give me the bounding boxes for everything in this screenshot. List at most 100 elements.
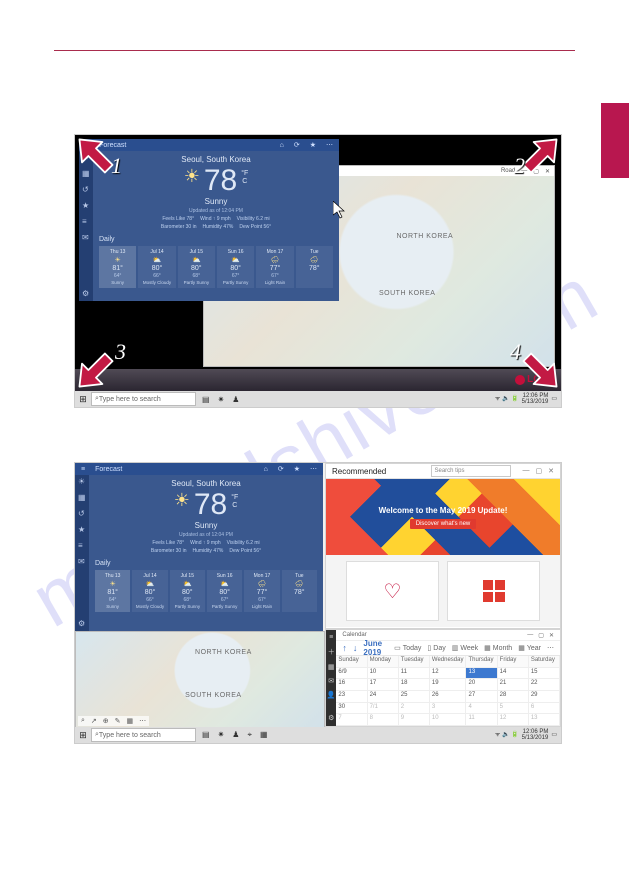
news-icon[interactable]: ≡: [82, 217, 90, 225]
calendar-cell[interactable]: 16: [336, 679, 367, 691]
calendar-cell[interactable]: 24: [368, 691, 399, 703]
taskbar[interactable]: ⊞ ⌕ Type here to search ▤ ✷ ♟ ᯤ 🔈 🔋 12:0…: [75, 391, 561, 407]
settings-icon[interactable]: ⚙: [82, 289, 90, 297]
taskbar[interactable]: ⊞ ⌕ Type here to search ▤ ✷ ♟ ⌖ ▦ ᯤ 🔈 🔋 …: [75, 727, 561, 743]
view-month[interactable]: ▦ Month: [484, 644, 512, 652]
calendar-cell[interactable]: 21: [498, 679, 529, 691]
tips-search[interactable]: Search tips: [431, 465, 511, 477]
task-icon[interactable]: ▦: [260, 730, 268, 740]
taskbar-search[interactable]: ⌕ Type here to search: [91, 392, 196, 406]
start-icon[interactable]: ⊞: [75, 727, 91, 743]
weather-unit[interactable]: °FC: [241, 166, 248, 187]
daily-tile[interactable]: Thu 13☀81°64°Sunny: [99, 246, 136, 288]
calendar-cell[interactable]: 6: [529, 703, 560, 715]
daily-tile[interactable]: Tue🌧78°: [296, 246, 333, 288]
calendar-cell[interactable]: 11: [466, 714, 497, 726]
calendar-cell[interactable]: 27: [466, 691, 497, 703]
weather-window[interactable]: ≡ Forecast ⌂ ⟳ ★ ⋯ ☀ ▦ ↺ ★ ≡ ✉ ⚙ Seoul, …: [75, 463, 323, 631]
calendar-cell[interactable]: 12: [498, 714, 529, 726]
task-icon[interactable]: ♟: [232, 395, 239, 404]
view-week[interactable]: ▥ Week: [452, 644, 478, 652]
min-icon[interactable]: —: [527, 632, 533, 639]
cal-next-icon[interactable]: ↓: [353, 643, 358, 653]
tips-hero-button[interactable]: Discover what's new: [410, 519, 477, 529]
cal-settings-icon[interactable]: ⚙: [328, 714, 334, 722]
task-icon[interactable]: ✷: [218, 395, 225, 404]
calendar-cell[interactable]: 7/1: [368, 703, 399, 715]
hamburger-icon[interactable]: ≡: [81, 466, 85, 473]
maps-tool-icon[interactable]: ⌕: [81, 717, 85, 725]
task-icon[interactable]: ✷: [218, 730, 225, 740]
close-icon[interactable]: ✕: [549, 632, 554, 639]
daily-tile[interactable]: Mon 17🌧77°67°Light Rain: [244, 570, 279, 612]
maps-close-icon[interactable]: ✕: [545, 168, 550, 175]
calendar-cell[interactable]: 5: [498, 703, 529, 715]
calendar-cell[interactable]: 6/9: [336, 668, 367, 680]
settings-icon[interactable]: ⚙: [78, 619, 86, 627]
tips-tile-windows[interactable]: [447, 561, 540, 621]
calendar-cell[interactable]: 14: [498, 668, 529, 680]
cal-mail-icon[interactable]: ✉: [328, 677, 334, 685]
tray-icons[interactable]: ᯤ 🔈 🔋: [495, 396, 519, 402]
calendar-cell[interactable]: 28: [498, 691, 529, 703]
calendar-cell[interactable]: 3: [430, 703, 467, 715]
calendar-cell[interactable]: 26: [430, 691, 467, 703]
calendar-cell[interactable]: 23: [336, 691, 367, 703]
maps-canvas[interactable]: NORTH KOREA SOUTH KOREA ⌕ ↗ ⊕ ✎ ▦ ⋯: [76, 632, 324, 728]
max-icon[interactable]: ▢: [538, 632, 544, 639]
calendar-cell[interactable]: 18: [399, 679, 430, 691]
cal-more-icon[interactable]: ⋯: [547, 644, 554, 652]
calendar-cell[interactable]: 9: [399, 714, 430, 726]
maps-tool-icon[interactable]: ✎: [115, 717, 121, 725]
calendar-cell[interactable]: 19: [430, 679, 467, 691]
calendar-cell[interactable]: 10: [368, 668, 399, 680]
view-year[interactable]: ▦ Year: [518, 644, 541, 652]
daily-tile[interactable]: Jul 14⛅80°66°Mostly Cloudy: [132, 570, 167, 612]
maps-tool-icon[interactable]: ↗: [91, 717, 97, 725]
calendar-grid[interactable]: SundayMondayTuesdayWednesdayThursdayFrid…: [336, 656, 560, 726]
min-icon[interactable]: —: [523, 467, 530, 475]
tips-window[interactable]: Recommended Search tips — ▢ ✕ Welcome to…: [325, 463, 561, 629]
calendar-window[interactable]: ≡ ＋ ▦ ✉ 👤 ⚙ Calendar — ▢ ✕ ↑ ↓ June 2019: [325, 629, 561, 727]
taskbar-tray[interactable]: ᯤ 🔈 🔋 12:06 PM 5/13/2019 ▭: [495, 393, 557, 405]
tray-icons[interactable]: ᯤ 🔈 🔋: [495, 732, 519, 738]
calendar-cell[interactable]: 20: [466, 679, 497, 691]
maps-window[interactable]: NORTH KOREA SOUTH KOREA ⌕ ↗ ⊕ ✎ ▦ ⋯: [75, 631, 325, 729]
cal-prev-icon[interactable]: ↑: [342, 643, 347, 653]
calendar-cell[interactable]: 2: [399, 703, 430, 715]
daily-tile[interactable]: Jul 14⛅80°66°Mostly Cloudy: [138, 246, 175, 288]
daily-tile[interactable]: Sun 16⛅80°67°Partly Sunny: [217, 246, 254, 288]
taskbar-tray[interactable]: ᯤ 🔈 🔋 12:06 PM 5/13/2019 ▭: [495, 729, 557, 741]
task-icon[interactable]: ♟: [232, 730, 239, 740]
notification-icon[interactable]: ▭: [551, 732, 557, 738]
view-today[interactable]: ▭ Today: [394, 644, 421, 652]
calendar-cell[interactable]: 25: [399, 691, 430, 703]
cal-people-icon[interactable]: 👤: [327, 691, 336, 699]
max-icon[interactable]: ▢: [536, 467, 543, 475]
history-icon[interactable]: ↺: [78, 509, 86, 517]
cal-add-icon[interactable]: ＋: [328, 647, 335, 657]
history-icon[interactable]: ↺: [82, 185, 90, 193]
calendar-cell[interactable]: 4: [466, 703, 497, 715]
daily-tile[interactable]: Thu 13☀81°64°Sunny: [95, 570, 130, 612]
calendar-cell[interactable]: 13: [466, 668, 497, 680]
cal-month-icon[interactable]: ▦: [328, 663, 335, 671]
daily-tile[interactable]: Mon 17🌧77°67°Light Rain: [256, 246, 293, 288]
view-day[interactable]: ▯ Day: [427, 644, 445, 652]
calendar-cell[interactable]: 29: [529, 691, 560, 703]
task-icon[interactable]: ▤: [202, 730, 210, 740]
places-icon[interactable]: ★: [82, 201, 90, 209]
daily-tile[interactable]: Tue🌧78°: [282, 570, 317, 612]
news-icon[interactable]: ≡: [78, 541, 86, 549]
calendar-cell[interactable]: 11: [399, 668, 430, 680]
hamburger-icon[interactable]: ≡: [85, 142, 89, 149]
notification-icon[interactable]: ▭: [551, 396, 557, 402]
map-icon[interactable]: ▦: [78, 493, 86, 501]
daily-tile[interactable]: Jul 15⛅80°68°Partly Sunny: [178, 246, 215, 288]
maps-tool-icon[interactable]: ⋯: [139, 717, 146, 725]
cal-menu-icon[interactable]: ≡: [329, 634, 333, 641]
task-icon[interactable]: ⌖: [247, 730, 252, 740]
forecast-icon[interactable]: ☀: [82, 153, 90, 161]
send-icon[interactable]: ✉: [82, 233, 90, 241]
calendar-month[interactable]: June 2019: [363, 639, 382, 657]
